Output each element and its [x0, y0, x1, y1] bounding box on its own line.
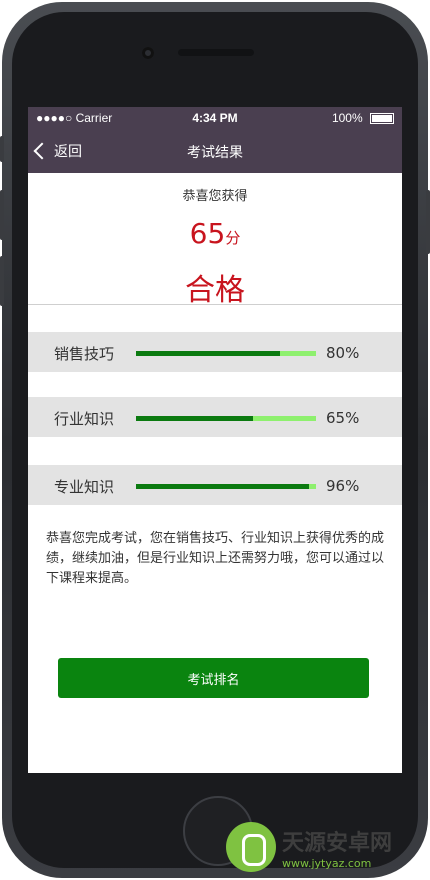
power-button: [426, 190, 430, 254]
skill-percent: 96%: [326, 477, 360, 495]
volume-down-button: [0, 256, 4, 306]
skill-progress-track: [136, 416, 316, 421]
skill-label: 销售技巧: [54, 345, 115, 363]
mute-switch: [0, 136, 4, 162]
score-display: 65分: [28, 217, 402, 250]
skill-progress-fill: [136, 351, 280, 356]
skill-percent: 65%: [326, 409, 360, 427]
skill-row: 专业知识 96%: [28, 465, 402, 505]
battery-percent: 100%: [331, 111, 363, 125]
skill-label: 专业知识: [54, 478, 115, 496]
pass-verdict: 合格: [185, 273, 245, 308]
status-bar: ●●●●○ Carrier 4:34 PM 100%: [28, 107, 402, 129]
earpiece-speaker: [178, 49, 254, 56]
skill-progress-fill: [136, 416, 253, 421]
nav-bar: 返回 考试结果: [28, 129, 402, 173]
congrats-text: 恭喜您获得: [182, 189, 248, 204]
app-screen: ●●●●○ Carrier 4:34 PM 100% 返回 考试结果 恭喜您获得…: [28, 107, 402, 773]
skill-progress-track: [136, 484, 316, 489]
divider: [28, 304, 402, 305]
battery-icon: [370, 113, 394, 125]
volume-up-button: [0, 190, 4, 240]
skill-row: 行业知识 65%: [28, 397, 402, 437]
watermark-text: 天源安卓网 www.jytyaz.com: [282, 825, 392, 870]
skill-label: 行业知识: [54, 410, 115, 428]
watermark-url: www.jytyaz.com: [282, 856, 372, 870]
skill-progress-track: [136, 351, 316, 356]
watermark-title: 天源安卓网: [282, 830, 393, 856]
score-unit: 分: [225, 229, 241, 247]
score-value: 65: [189, 217, 226, 250]
battery-status: 100%: [332, 111, 394, 125]
watermark: 天源安卓网 www.jytyaz.com: [226, 822, 392, 872]
front-camera: [142, 47, 154, 59]
page-title: 考试结果: [187, 145, 243, 161]
skill-row: 销售技巧 80%: [28, 332, 402, 372]
exam-ranking-button[interactable]: 考试排名: [58, 658, 369, 698]
result-message: 恭喜您完成考试，您在销售技巧、行业知识上获得优秀的成绩，继续加油，但是行业知识上…: [46, 531, 385, 586]
android-logo-icon: [226, 822, 276, 872]
skill-progress-fill: [136, 484, 309, 489]
skill-percent: 80%: [326, 344, 360, 362]
